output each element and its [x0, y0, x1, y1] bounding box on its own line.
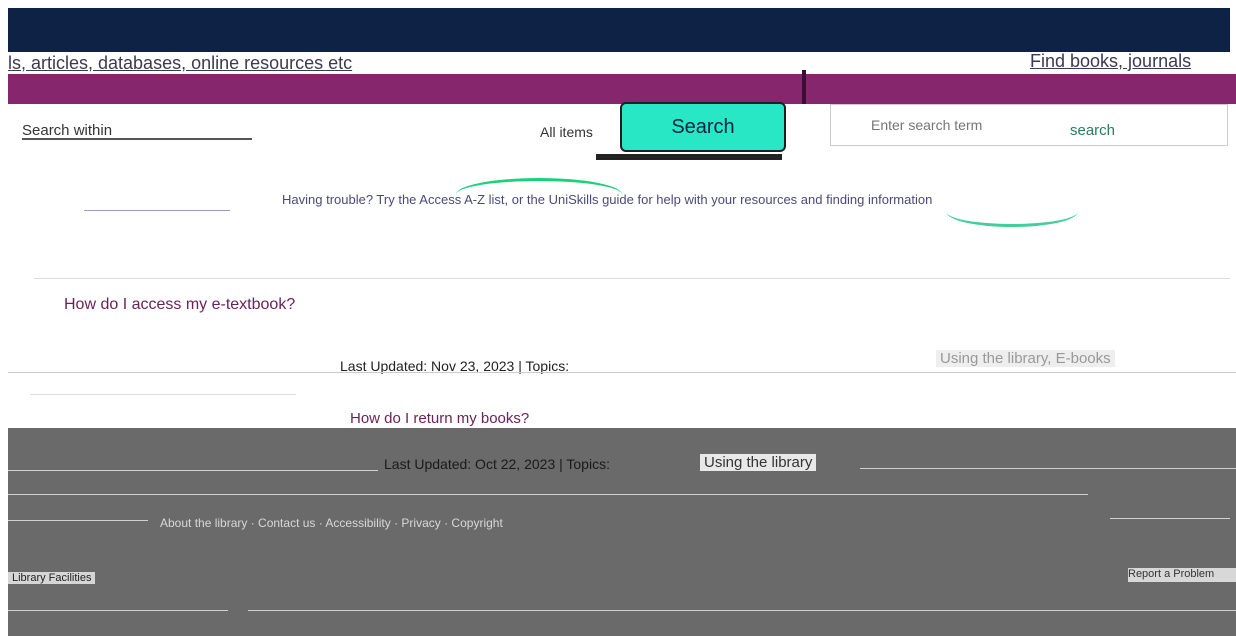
footer-divider	[860, 468, 1236, 469]
footer-divider	[248, 610, 1236, 611]
search-tab-books[interactable]: Find books, journals	[1030, 50, 1191, 72]
notice-link-underline	[84, 210, 230, 211]
catalogue-search-input[interactable]	[830, 104, 1228, 146]
search-button-shadow	[596, 154, 782, 160]
search-panel-band	[8, 74, 1236, 104]
faq-link[interactable]: How do I return my books?	[350, 410, 529, 427]
footer-divider	[8, 610, 228, 611]
search-scope-label[interactable]: Search within	[22, 122, 112, 139]
faq-link[interactable]: How do I access my e-textbook?	[64, 296, 295, 314]
footer-divider	[8, 520, 148, 521]
search-button[interactable]: Search	[620, 102, 786, 152]
footer-divider	[8, 494, 1088, 495]
search-panel-divider	[802, 70, 806, 104]
search-scope-select[interactable]: All items	[540, 124, 593, 140]
access-notice[interactable]: Having trouble? Try the Access A-Z list,…	[282, 192, 1224, 207]
footer-facilities-link[interactable]: Library Facilities	[8, 572, 96, 584]
faq-meta: Last Updated: Oct 22, 2023 | Topics:	[384, 456, 610, 472]
footer-divider	[8, 470, 378, 471]
section-divider	[8, 372, 1236, 373]
section-divider	[30, 394, 296, 395]
footer-divider	[1110, 518, 1230, 519]
catalogue-search-button[interactable]: search	[1070, 122, 1115, 139]
section-divider	[34, 278, 1230, 279]
top-navigation-bar	[8, 8, 1230, 52]
highlight-arc	[456, 178, 622, 211]
footer-links[interactable]: About the library · Contact us · Accessi…	[160, 516, 503, 530]
faq-topic-tag[interactable]: Using the library	[700, 454, 817, 471]
page-footer	[8, 428, 1236, 636]
faq-topic-tag[interactable]: Using the library, E-books	[936, 350, 1115, 367]
highlight-arc	[946, 196, 1078, 227]
report-problem-button[interactable]: Report a Problem	[1128, 568, 1236, 582]
search-tab-articles[interactable]: ls, articles, databases, online resource…	[8, 52, 352, 74]
search-scope-underline	[22, 138, 252, 140]
search-input[interactable]	[112, 104, 588, 158]
